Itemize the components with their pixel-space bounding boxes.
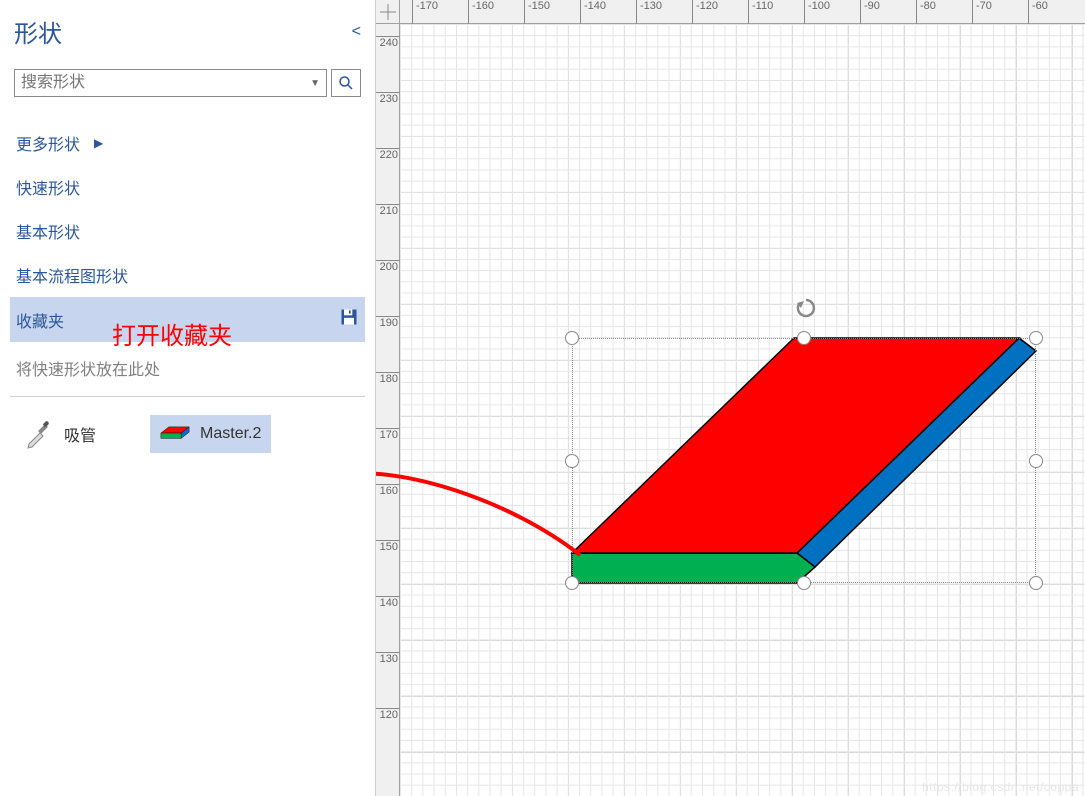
selection-handle[interactable] (797, 331, 811, 345)
master2-icon (160, 426, 190, 442)
chevron-right-icon: ▶ (94, 136, 103, 150)
ruler-v-tick: 160 (376, 484, 400, 497)
ruler-v-tick: 220 (376, 148, 400, 161)
ruler-h-tick: -120 (692, 0, 718, 24)
ruler-v-tick: 130 (376, 652, 400, 665)
search-input[interactable] (15, 70, 304, 96)
nav-label: 快速形状 (16, 175, 80, 199)
ruler-v-tick: 180 (376, 372, 400, 385)
ruler-v-tick: 150 (376, 540, 400, 553)
stencil-master2[interactable]: Master.2 (150, 415, 271, 453)
search-icon (337, 74, 355, 92)
ruler-h-tick: -140 (580, 0, 606, 24)
ruler-h-tick: -80 (916, 0, 936, 24)
selection-handle[interactable] (1029, 331, 1043, 345)
stencil-row: 吸管 Master.2 (10, 409, 365, 459)
canvas-area[interactable]: -170 -160 -150 -140 -130 -120 -110 -100 … (376, 0, 1085, 796)
selection-handle[interactable] (565, 454, 579, 468)
watermark: https://blog.csdn.net/coppa (922, 780, 1079, 794)
rotate-handle[interactable] (794, 296, 816, 318)
nav-label: 收藏夹 (16, 308, 64, 332)
ruler-v-tick: 170 (376, 428, 400, 441)
ruler-h-tick: -100 (804, 0, 830, 24)
divider (10, 396, 365, 397)
rotate-icon (794, 296, 818, 320)
stencil-eyedropper[interactable]: 吸管 (14, 409, 106, 459)
ruler-v-tick: 140 (376, 596, 400, 609)
ruler-v-tick: 210 (376, 204, 400, 217)
ruler-v-tick: 190 (376, 316, 400, 329)
nav-more-shapes[interactable]: 更多形状 ▶ (10, 121, 365, 165)
nav-label: 更多形状 (16, 131, 80, 155)
nav-label: 基本流程图形状 (16, 263, 128, 287)
nav-quick-shapes[interactable]: 快速形状 (10, 165, 365, 209)
ruler-corner (376, 0, 400, 24)
ruler-v-tick: 230 (376, 92, 400, 105)
save-icon[interactable] (339, 307, 359, 332)
ruler-h-tick: -90 (860, 0, 880, 24)
ruler-h-tick: -130 (636, 0, 662, 24)
ruler-h-tick: -170 (412, 0, 438, 24)
nav-label: 基本形状 (16, 219, 80, 243)
nav-basic-shapes[interactable]: 基本形状 (10, 209, 365, 253)
ruler-v-tick: 120 (376, 708, 400, 721)
ruler-horizontal[interactable]: -170 -160 -150 -140 -130 -120 -110 -100 … (400, 0, 1085, 24)
selection-handle[interactable] (565, 331, 579, 345)
ruler-h-tick: -150 (524, 0, 550, 24)
search-input-wrap[interactable]: ▼ (14, 69, 327, 97)
ruler-h-tick: -70 (972, 0, 992, 24)
ruler-h-tick: -60 (1028, 0, 1048, 24)
collapse-button[interactable]: < (352, 23, 361, 41)
search-button[interactable] (331, 69, 361, 97)
selection-handle[interactable] (797, 576, 811, 590)
selection-bounding-box (572, 338, 1036, 583)
quick-shapes-hint: 将快速形状放在此处 (10, 342, 365, 388)
ruler-v-tick: 200 (376, 260, 400, 273)
stencil-label: Master.2 (200, 425, 261, 443)
stencil-label: 吸管 (64, 422, 96, 446)
ruler-h-tick: -160 (468, 0, 494, 24)
ruler-vertical[interactable]: 240 230 220 210 200 190 180 170 160 150 … (376, 24, 400, 796)
panel-title: 形状 (14, 14, 62, 49)
ruler-h-tick: -110 (748, 0, 773, 24)
panel-header: 形状 < (10, 8, 365, 69)
shapes-panel: 形状 < ▼ 更多形状 ▶ 快速形状 基本形状 基本流程图形状 收藏夹 (0, 0, 376, 796)
nav-favorites[interactable]: 收藏夹 (10, 297, 365, 342)
selection-handle[interactable] (1029, 454, 1043, 468)
eyedropper-icon (24, 419, 54, 449)
selection-handle[interactable] (565, 576, 579, 590)
nav-basic-flowchart[interactable]: 基本流程图形状 (10, 253, 365, 297)
ruler-v-tick: 240 (376, 36, 400, 49)
search-row: ▼ (14, 69, 361, 97)
selection-handle[interactable] (1029, 576, 1043, 590)
search-dropdown-icon[interactable]: ▼ (304, 78, 326, 89)
ruler-corner-icon (376, 0, 400, 24)
